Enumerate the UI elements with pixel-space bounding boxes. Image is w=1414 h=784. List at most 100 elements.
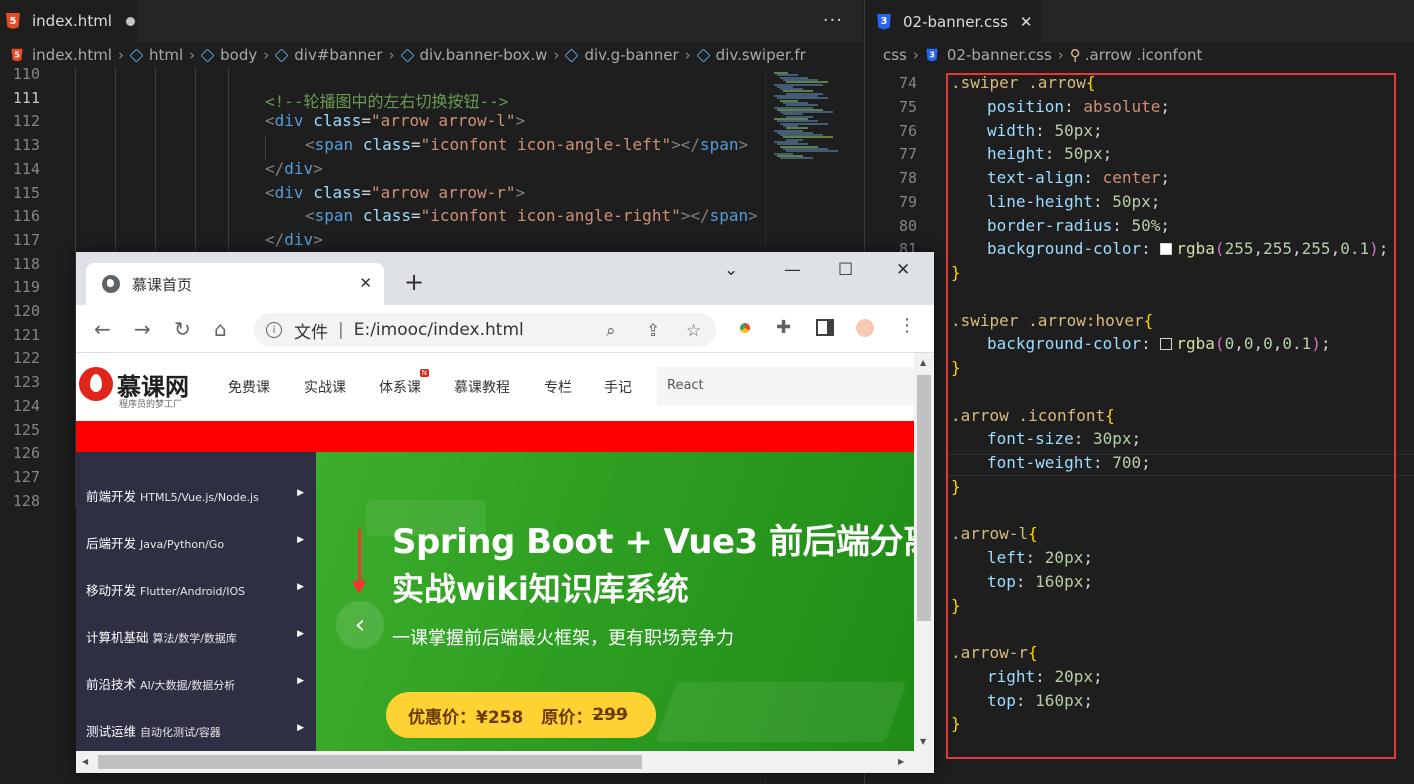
maximize-icon[interactable]: ☐	[838, 260, 853, 280]
price-badge[interactable]: 优惠价：¥258 原价： 299	[386, 692, 656, 738]
breadcrumb-label: css	[883, 46, 907, 64]
annotation-arrow	[358, 529, 361, 585]
semicolon: ;	[1378, 239, 1389, 259]
address-bar[interactable]: i 文件 | E:/imooc/index.html ⌕ ⇪ ☆	[254, 313, 716, 347]
brace: }	[951, 476, 961, 496]
nav-item[interactable]: 专栏	[544, 377, 572, 397]
breadcrumb-item[interactable]: css	[883, 46, 907, 64]
breadcrumb-item[interactable]: body	[200, 46, 257, 64]
scroll-left-icon[interactable]: ◀	[82, 757, 88, 766]
more-actions-icon[interactable]: ···	[823, 10, 843, 31]
brace: {	[1085, 73, 1096, 92]
colon: :	[1092, 191, 1113, 211]
reload-icon[interactable]: ↻	[174, 317, 191, 341]
scroll-down-icon[interactable]: ▼	[920, 737, 926, 746]
punct: <	[265, 111, 275, 131]
browser-tab[interactable]: 慕课首页 ✕	[86, 263, 384, 305]
home-icon[interactable]: ⌂	[214, 317, 227, 341]
category-title: 后端开发	[86, 536, 137, 551]
category-item[interactable]: 计算机基础 算法/数学/数据库	[86, 627, 237, 646]
breadcrumb-item[interactable]: 3 02-banner.css	[925, 46, 1052, 64]
menu-kebab-icon[interactable]: ⋮	[898, 315, 916, 336]
breadcrumb-item[interactable]: ⚲ .arrow .iconfont	[1070, 46, 1203, 64]
line-number: 77	[898, 145, 917, 164]
css-declaration: position: absolute;	[987, 97, 1170, 116]
vertical-scrollbar[interactable]: ▲ ▼	[914, 353, 934, 751]
banner-slide[interactable]: Spring Boot + Vue3 前后端分离 实战wiki知识库系统 一课掌…	[316, 452, 914, 751]
chevron-right-icon: ›	[553, 46, 560, 64]
back-icon[interactable]: ←	[94, 317, 111, 341]
line-number: 123	[12, 373, 40, 392]
breadcrumb-item[interactable]: div#banner	[274, 46, 383, 64]
chevron-right-icon: ›	[388, 46, 395, 64]
category-item[interactable]: 测试运维 自动化测试/容器	[86, 721, 221, 740]
imooc-logo-icon[interactable]	[79, 367, 113, 401]
site-search-input[interactable]: React	[657, 367, 914, 405]
zoom-icon[interactable]: ⌕	[606, 321, 616, 341]
vertical-scroll-thumb[interactable]	[917, 375, 931, 621]
breadcrumb-label: .arrow .iconfont	[1084, 46, 1203, 64]
tab-index-html[interactable]: 5 index.html	[0, 0, 137, 42]
nav-item[interactable]: 手记	[604, 377, 632, 397]
category-item[interactable]: 移动开发 Flutter/Android/IOS	[86, 580, 245, 599]
price-label: 优惠价：¥258	[408, 707, 524, 728]
scroll-up-icon[interactable]: ▲	[920, 358, 926, 367]
banner-decoration	[655, 682, 907, 742]
css-value: center	[1102, 168, 1161, 187]
css-value: absolute	[1083, 96, 1161, 116]
info-icon[interactable]: i	[266, 322, 282, 338]
annotation-arrow-head	[352, 581, 366, 594]
new-tab-icon[interactable]: +	[404, 268, 424, 296]
share-icon[interactable]: ⇪	[646, 321, 660, 341]
semicolon: ;	[1083, 548, 1093, 567]
nav-item[interactable]: 体系课 N	[379, 369, 429, 397]
horizontal-scroll-thumb[interactable]	[98, 755, 642, 769]
element-cube-icon	[200, 48, 215, 62]
category-subtitle: Flutter/Android/IOS	[140, 585, 246, 598]
category-item[interactable]: 后端开发 Java/Python/Go	[86, 533, 224, 552]
carousel-left-arrow-button[interactable]: ‹	[336, 601, 384, 649]
css-code-area[interactable]: 74 .swiper .arrow{75 position: absolute; 76…	[865, 68, 1414, 784]
paren: (	[1214, 334, 1225, 354]
nav-item[interactable]: 免费课	[228, 377, 270, 397]
category-subtitle: AI/大数据/数据分析	[140, 679, 236, 692]
horizontal-scrollbar[interactable]: ◀ ▶	[76, 751, 934, 773]
extensions-puzzle-icon[interactable]: ✚	[776, 317, 791, 338]
comma: ,	[1292, 239, 1302, 259]
scroll-right-icon[interactable]: ▶	[898, 757, 904, 766]
breadcrumb-item[interactable]: 5 index.html	[10, 46, 112, 64]
color-swatch-icon[interactable]	[1160, 243, 1173, 256]
breadcrumb-item[interactable]: div.g-banner	[565, 46, 679, 64]
unsaved-dot-icon[interactable]	[125, 16, 135, 26]
minimize-icon[interactable]: —	[784, 260, 801, 280]
line-number: 110	[12, 68, 40, 83]
line-number: 76	[898, 121, 917, 140]
brace: }	[951, 358, 961, 377]
css-rule-header: .swiper .arrow{	[951, 73, 1096, 92]
side-panel-icon[interactable]	[816, 319, 834, 336]
category-item[interactable]: 前端开发 HTML5/Vue.js/Node.js	[86, 486, 259, 505]
tab-search-icon[interactable]: ⌄	[724, 260, 738, 280]
close-tab-icon[interactable]: ✕	[359, 274, 372, 292]
bookmark-star-icon[interactable]: ☆	[686, 321, 701, 341]
forward-icon[interactable]: →	[134, 317, 151, 341]
css-number: 0.1	[1282, 334, 1312, 354]
chevron-right-icon: ›	[189, 46, 196, 64]
breadcrumb-item[interactable]: div.swiper.fr	[696, 46, 806, 64]
punct: =	[410, 206, 421, 226]
semicolon: ;	[1083, 690, 1093, 710]
category-menu: 前端开发 HTML5/Vue.js/Node.js ▶ 后端开发 Java/Python…	[76, 452, 316, 751]
category-title: 前端开发	[86, 489, 137, 504]
css-number: 255	[1224, 239, 1254, 259]
close-window-icon[interactable]: ✕	[896, 260, 910, 280]
close-tab-icon[interactable]: ✕	[1020, 13, 1033, 31]
breadcrumb-item[interactable]: div.banner-box.w	[400, 46, 547, 64]
category-item[interactable]: 前沿技术 AI/大数据/数据分析	[86, 674, 235, 693]
chrome-extension-icon[interactable]	[736, 319, 754, 337]
color-swatch-icon[interactable]	[1160, 338, 1173, 351]
nav-item[interactable]: 实战课	[304, 377, 346, 397]
nav-item[interactable]: 慕课教程	[454, 377, 510, 397]
breadcrumb-item[interactable]: html	[129, 46, 183, 64]
profile-avatar[interactable]	[856, 319, 874, 337]
tab-02-banner-css[interactable]: 3 02-banner.css ✕	[865, 0, 1041, 42]
